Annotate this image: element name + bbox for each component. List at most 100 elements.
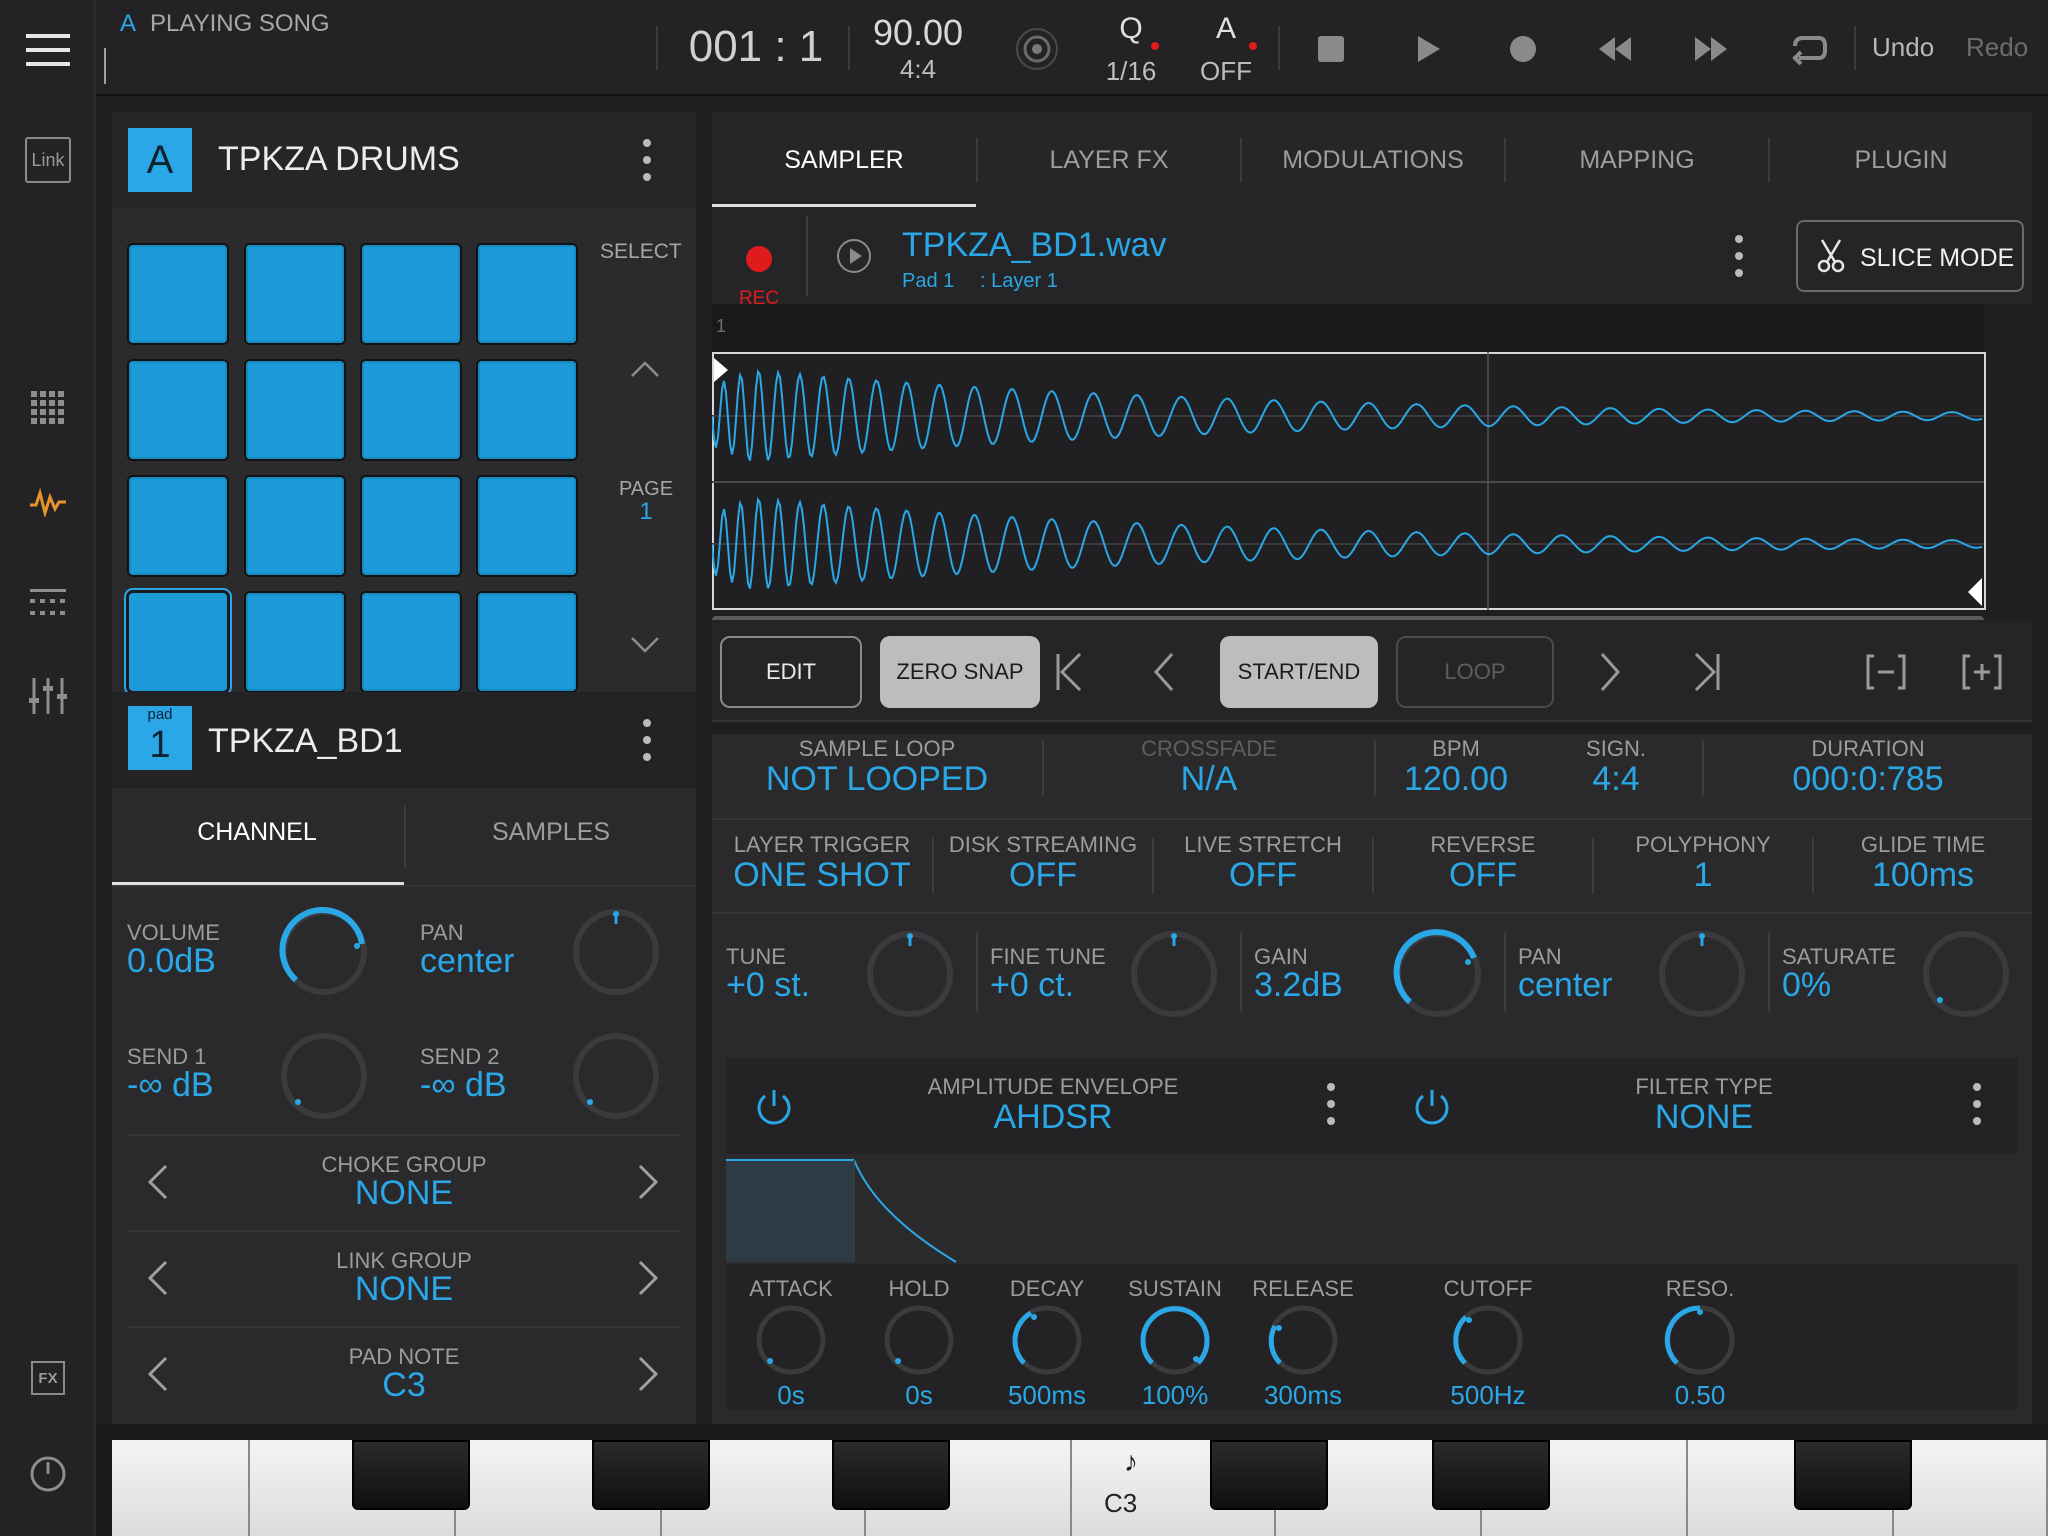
filter-power-icon[interactable]	[1412, 1086, 1452, 1131]
pad-2[interactable]	[246, 593, 344, 691]
zoom-out-icon[interactable]	[1866, 654, 1906, 695]
tab-plugin[interactable]: PLUGIN	[1770, 146, 2032, 175]
rec-dot-icon[interactable]	[746, 246, 772, 272]
pad-13[interactable]	[129, 245, 227, 343]
jump-start-icon[interactable]	[1054, 652, 1084, 697]
time-signature[interactable]: 4:4	[858, 54, 978, 85]
filter-type[interactable]: NONE	[1464, 1098, 1944, 1137]
pad-4[interactable]	[478, 593, 576, 691]
automation-label[interactable]: A	[1196, 12, 1256, 46]
tab-layer-fx[interactable]: LAYER FX	[978, 146, 1240, 175]
gain-knob[interactable]	[1388, 924, 1488, 1024]
menu-icon[interactable]	[22, 24, 74, 76]
layer-trigger-value[interactable]: ONE SHOT	[712, 856, 932, 895]
reso-knob[interactable]	[1660, 1300, 1740, 1380]
amp-env-menu-icon[interactable]	[1326, 1082, 1336, 1131]
choke-prev-icon[interactable]	[146, 1162, 170, 1207]
pad-12[interactable]	[478, 361, 576, 459]
loop-button[interactable]: LOOP	[1396, 636, 1554, 708]
envelope-graph[interactable]	[726, 1154, 1380, 1264]
black-key[interactable]	[1210, 1440, 1328, 1510]
black-key[interactable]	[352, 1440, 470, 1510]
song-status[interactable]: PLAYING SONG	[150, 10, 330, 38]
reverse-value[interactable]: OFF	[1374, 856, 1592, 895]
sequencer-icon[interactable]	[22, 576, 74, 628]
hold-knob[interactable]	[879, 1300, 959, 1380]
pad-name[interactable]: TPKZA_BD1	[208, 722, 403, 761]
page-up-icon[interactable]	[630, 360, 660, 383]
jump-end-icon[interactable]	[1692, 652, 1722, 697]
automation-value[interactable]: OFF	[1196, 56, 1256, 87]
redo-button[interactable]: Redo	[1966, 32, 2028, 63]
waveform[interactable]	[712, 352, 1986, 610]
white-key[interactable]	[112, 1440, 250, 1536]
quantize-value[interactable]: 1/16	[1096, 56, 1166, 87]
undo-button[interactable]: Undo	[1872, 32, 1934, 63]
sample-loop-value[interactable]: NOT LOOPED	[712, 760, 1042, 799]
pad-15[interactable]	[362, 245, 460, 343]
glide-time-value[interactable]: 100ms	[1814, 856, 2032, 895]
sample-menu-icon[interactable]	[1734, 234, 1744, 283]
tab-mapping[interactable]: MAPPING	[1506, 146, 1768, 175]
white-key[interactable]	[1894, 1440, 2048, 1536]
crossfade-value[interactable]: N/A	[1044, 760, 1374, 799]
tab-sampler[interactable]: SAMPLER	[712, 146, 976, 175]
disk-streaming-value[interactable]: OFF	[934, 856, 1152, 895]
pad-8[interactable]	[478, 477, 576, 575]
black-key[interactable]	[832, 1440, 950, 1510]
power-dial-icon[interactable]	[22, 1448, 74, 1500]
tempo-value[interactable]: 90.00	[858, 12, 978, 54]
decay-knob[interactable]	[1007, 1300, 1087, 1380]
layer-pan-knob[interactable]	[1652, 924, 1752, 1024]
polyphony-value[interactable]: 1	[1594, 856, 1812, 895]
zoom-in-icon[interactable]	[1962, 654, 2002, 695]
instrument-name[interactable]: TPKZA DRUMS	[218, 140, 460, 179]
fast-forward-icon[interactable]	[1686, 24, 1736, 74]
sign-value[interactable]: 4:4	[1536, 760, 1696, 799]
start-end-button[interactable]: START/END	[1220, 636, 1378, 708]
fine-tune-knob[interactable]	[1124, 924, 1224, 1024]
instrument-menu-icon[interactable]	[642, 138, 652, 187]
stop-icon[interactable]	[1306, 24, 1356, 74]
saturate-knob[interactable]	[1916, 924, 2016, 1024]
metronome-icon[interactable]	[1012, 24, 1062, 74]
link-next-icon[interactable]	[636, 1258, 660, 1303]
pan-knob[interactable]	[566, 902, 666, 1002]
send1-knob[interactable]	[274, 1026, 374, 1126]
pad-10[interactable]	[246, 361, 344, 459]
tune-knob[interactable]	[860, 924, 960, 1024]
zero-snap-button[interactable]: ZERO SNAP	[880, 636, 1040, 708]
preview-play-icon[interactable]	[836, 238, 872, 279]
pad-7[interactable]	[362, 477, 460, 575]
pad-11[interactable]	[362, 361, 460, 459]
pad-1[interactable]	[129, 593, 227, 691]
link-prev-icon[interactable]	[146, 1258, 170, 1303]
send2-knob[interactable]	[566, 1026, 666, 1126]
volume-knob[interactable]	[274, 902, 374, 1002]
loop-icon[interactable]	[1782, 24, 1832, 74]
quantize-label[interactable]: Q	[1096, 12, 1166, 46]
filter-graph[interactable]	[1378, 1154, 2018, 1264]
slice-mode-button[interactable]: SLICE MODE	[1796, 220, 2024, 292]
pads-grid-icon[interactable]	[22, 382, 74, 434]
pad-5[interactable]	[129, 477, 227, 575]
record-icon[interactable]	[1498, 24, 1548, 74]
bpm-value[interactable]: 120.00	[1376, 760, 1536, 799]
pad-6[interactable]	[246, 477, 344, 575]
mixer-icon[interactable]	[22, 670, 74, 722]
pad-3[interactable]	[362, 593, 460, 691]
sustain-knob[interactable]	[1135, 1300, 1215, 1380]
page-down-icon[interactable]	[630, 636, 660, 659]
choke-next-icon[interactable]	[636, 1162, 660, 1207]
rewind-icon[interactable]	[1590, 24, 1640, 74]
black-key[interactable]	[592, 1440, 710, 1510]
black-key[interactable]	[1432, 1440, 1550, 1510]
fx-icon[interactable]: FX	[22, 1352, 74, 1404]
play-icon[interactable]	[1402, 24, 1452, 74]
sample-file-name[interactable]: TPKZA_BD1.wav	[902, 226, 1167, 265]
tab-samples[interactable]: SAMPLES	[406, 818, 696, 847]
live-stretch-value[interactable]: OFF	[1154, 856, 1372, 895]
edit-button[interactable]: EDIT	[720, 636, 862, 708]
note-next-icon[interactable]	[636, 1354, 660, 1399]
song-position[interactable]: 001 : 1	[676, 22, 836, 72]
